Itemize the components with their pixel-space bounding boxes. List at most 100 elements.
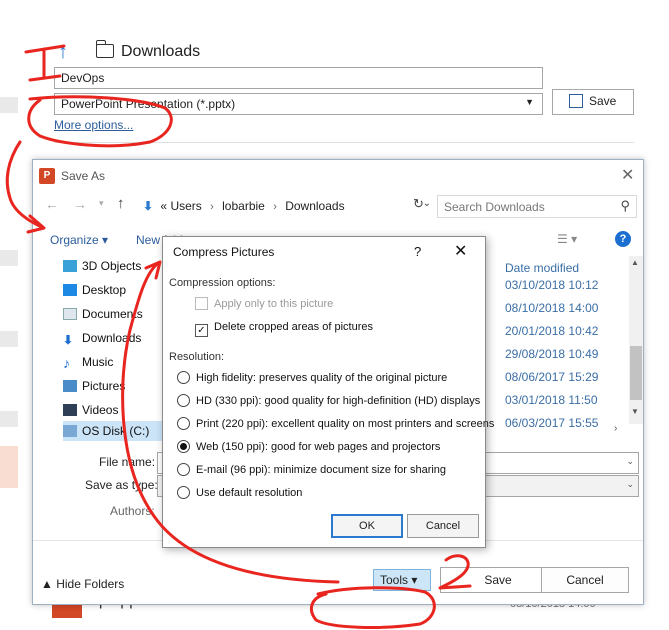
breadcrumb-overflow[interactable]: « — [160, 199, 167, 213]
up-folder-icon[interactable]: ↑ — [117, 195, 125, 212]
music-note-icon: ♪ — [63, 355, 70, 371]
nav-item-3d-objects[interactable]: 3D Objects — [63, 256, 141, 276]
chevron-up-icon[interactable]: ▲ — [631, 258, 639, 267]
chevron-right-icon[interactable]: › — [614, 423, 617, 434]
chevron-down-icon: ▼ — [525, 97, 534, 107]
date-cell: 08/10/2018 14:00 — [505, 301, 599, 315]
checkbox-box — [195, 297, 208, 310]
save-as-type-label: Save as type: — [85, 478, 158, 492]
chevron-down-icon: ⌄ — [626, 479, 634, 489]
close-icon[interactable]: ✕ — [621, 165, 634, 185]
date-modified-column-header[interactable]: Date modified — [505, 261, 579, 275]
address-bar[interactable]: ⬇ « Users › lobarbie › Downloads ⌄ — [137, 194, 435, 218]
date-cell: 08/06/2017 15:29 — [505, 370, 599, 384]
authors-label: Authors: — [110, 504, 155, 518]
hide-folders-button[interactable]: ▲ Hide Folders — [41, 577, 124, 591]
view-options-icon[interactable]: ☰ ▾ — [557, 232, 577, 246]
ok-button[interactable]: OK — [331, 514, 403, 538]
download-arrow-icon: ⬇ — [143, 199, 154, 213]
left-strip-bar — [0, 97, 18, 113]
cube-icon — [63, 260, 77, 272]
radio-label: E-mail (96 ppi): minimize document size … — [196, 464, 447, 476]
recent-locations-chevron-icon[interactable]: ▾ — [99, 198, 104, 209]
save-button[interactable]: Save — [440, 567, 556, 593]
left-strip-bar — [0, 331, 18, 347]
forward-arrow-icon[interactable]: → — [73, 196, 87, 212]
nav-item-music[interactable]: ♪ Music — [63, 352, 113, 372]
close-icon[interactable]: ✕ — [454, 241, 467, 261]
backstage-filetype-select[interactable]: PowerPoint Presentation (*.pptx) ▼ — [54, 93, 543, 115]
radio-button-selected — [177, 440, 190, 453]
backstage-filename-input[interactable]: DevOps — [54, 67, 543, 89]
left-strip — [0, 0, 18, 630]
scrollbar-thumb[interactable] — [630, 346, 642, 400]
nav-item-documents[interactable]: Documents — [63, 304, 143, 324]
nav-item-label: Documents — [82, 307, 143, 321]
apply-only-checkbox[interactable]: Apply only to this picture — [195, 297, 333, 313]
chevron-down-icon: ⌄ — [626, 456, 634, 466]
radio-label: Web (150 ppi): good for web pages and pr… — [196, 441, 441, 453]
breadcrumb-separator-icon: › — [273, 201, 277, 213]
radio-label: High fidelity: preserves quality of the … — [196, 372, 448, 384]
help-icon[interactable]: ? — [615, 231, 631, 247]
desktop-icon — [63, 284, 77, 296]
radio-default-resolution[interactable]: Use default resolution — [177, 486, 302, 502]
breadcrumb-users[interactable]: Users — [170, 199, 201, 213]
download-arrow-icon: ⬇ — [63, 333, 74, 347]
date-cell: 20/01/2018 10:42 — [505, 324, 599, 338]
backstage-save-button[interactable]: Save — [552, 89, 634, 115]
nav-item-label: Music — [82, 355, 114, 369]
nav-item-os-disk[interactable]: OS Disk (C:) — [63, 421, 171, 441]
more-options-link[interactable]: More options... — [54, 118, 133, 132]
search-icon: ⚲ — [620, 198, 630, 213]
nav-item-videos[interactable]: Videos — [63, 400, 118, 420]
dialog-title: Save As — [61, 169, 106, 183]
delete-cropped-checkbox[interactable]: ✓ Delete cropped areas of pictures — [195, 320, 373, 337]
organize-menu[interactable]: Organize ▾ — [50, 233, 108, 247]
breadcrumb-user[interactable]: lobarbie — [222, 199, 265, 213]
save-icon — [569, 94, 583, 108]
radio-button — [177, 394, 190, 407]
tools-menu-button[interactable]: Tools ▾ — [373, 569, 431, 591]
filetype-value: PowerPoint Presentation (*.pptx) — [61, 97, 236, 111]
nav-item-label: OS Disk (C:) — [82, 424, 150, 438]
radio-label: Use default resolution — [196, 487, 303, 499]
left-strip-bar — [0, 250, 18, 266]
drive-icon — [63, 425, 77, 437]
left-accent-bar — [0, 446, 18, 488]
cancel-button[interactable]: Cancel — [407, 514, 479, 538]
radio-button — [177, 486, 190, 499]
pictures-icon — [63, 380, 77, 392]
breadcrumb-downloads[interactable]: Downloads — [285, 199, 344, 213]
radio-high-fidelity[interactable]: High fidelity: preserves quality of the … — [177, 371, 447, 387]
refresh-icon[interactable]: ↻ — [413, 196, 424, 212]
checkmark-icon: ✓ — [195, 324, 208, 337]
resolution-heading: Resolution: — [169, 351, 225, 363]
cancel-button[interactable]: Cancel — [541, 567, 629, 593]
radio-label: HD (330 ppi): good quality for high-defi… — [196, 395, 481, 407]
save-label: Save — [589, 94, 617, 108]
search-input[interactable]: Search Downloads ⚲ — [437, 195, 637, 218]
up-arrow-icon[interactable]: ↑ — [58, 40, 80, 64]
radio-button — [177, 371, 190, 384]
chevron-down-icon[interactable]: ▼ — [631, 407, 639, 416]
date-cell: 06/03/2017 15:55 — [505, 416, 599, 430]
radio-print[interactable]: Print (220 ppi): excellent quality on mo… — [177, 417, 494, 433]
help-button[interactable]: ? — [414, 244, 421, 259]
back-arrow-icon[interactable]: ← — [45, 196, 59, 212]
divider — [54, 142, 634, 143]
document-icon — [63, 308, 77, 320]
nav-item-desktop[interactable]: Desktop — [63, 280, 126, 300]
radio-email[interactable]: E-mail (96 ppi): minimize document size … — [177, 463, 446, 479]
nav-item-label: Downloads — [82, 331, 142, 345]
current-folder-title: Downloads — [121, 43, 201, 60]
nav-item-pictures[interactable]: Pictures — [63, 376, 125, 396]
radio-hd[interactable]: HD (330 ppi): good quality for high-defi… — [177, 394, 480, 410]
nav-item-downloads[interactable]: ⬇ Downloads — [63, 328, 141, 348]
dialog-title: Compress Pictures — [173, 245, 275, 259]
radio-web[interactable]: Web (150 ppi): good for web pages and pr… — [177, 440, 440, 456]
video-icon — [63, 404, 77, 416]
checkbox-label: Apply only to this picture — [214, 298, 334, 310]
compression-options-heading: Compression options: — [169, 277, 276, 289]
radio-button — [177, 417, 190, 430]
